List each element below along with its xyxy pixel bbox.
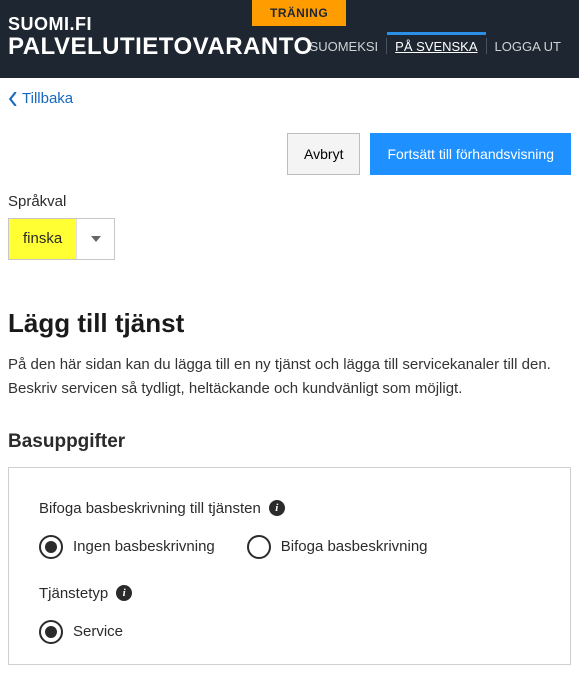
radio-button-icon [39,620,63,644]
radio-label: Ingen basbeskrivning [73,538,215,555]
basic-info-card: Bifoga basbeskrivning till tjänsten i In… [8,467,571,665]
brand-logo: SUOMI.FI PALVELUTIETOVARANTO [8,14,313,61]
servicetype-text: Tjänstetyp [39,585,108,602]
servicetype-label: Tjänstetyp i [39,585,540,602]
radio-button-icon [247,535,271,559]
attach-radio-group: Ingen basbeskrivning Bifoga basbeskrivni… [39,535,540,559]
continue-button[interactable]: Fortsätt till förhandsvisning [370,133,571,175]
radio-service[interactable]: Service [39,620,123,644]
back-link[interactable]: Tillbaka [8,90,73,107]
attach-desc-label: Bifoga basbeskrivning till tjänsten i [39,500,540,517]
page-title: Lägg till tjänst [8,308,571,339]
attach-desc-text: Bifoga basbeskrivning till tjänsten [39,500,261,517]
info-icon[interactable]: i [116,585,132,601]
brand-line-1: SUOMI.FI [8,14,313,35]
radio-no-basedesc[interactable]: Ingen basbeskrivning [39,535,215,559]
nav-logout[interactable]: LOGGA UT [487,39,569,54]
language-select[interactable]: finska [8,218,115,260]
action-buttons: Avbryt Fortsätt till förhandsvisning [8,133,571,175]
nav-svenska[interactable]: PÅ SVENSKA [387,32,485,54]
servicetype-radio-group: Service [39,620,540,644]
back-label: Tillbaka [22,90,73,107]
page-intro: På den här sidan kan du lägga till en ny… [8,353,568,401]
top-nav: SUOMEKSI PÅ SVENSKA LOGGA UT [302,38,569,54]
radio-button-icon [39,535,63,559]
radio-label: Service [73,623,123,640]
chevron-left-icon [8,92,18,106]
language-label: Språkval [8,193,571,210]
info-icon[interactable]: i [269,500,285,516]
language-value: finska [9,219,76,259]
brand-line-2: PALVELUTIETOVARANTO [8,33,313,61]
chevron-down-icon [76,219,114,259]
cancel-button[interactable]: Avbryt [287,133,360,175]
radio-attach-basedesc[interactable]: Bifoga basbeskrivning [247,535,428,559]
nav-suomeksi[interactable]: SUOMEKSI [302,39,387,54]
radio-label: Bifoga basbeskrivning [281,538,428,555]
section-basic-heading: Basuppgifter [8,431,571,453]
top-bar: TRÄNING SUOMI.FI PALVELUTIETOVARANTO SUO… [0,0,579,78]
